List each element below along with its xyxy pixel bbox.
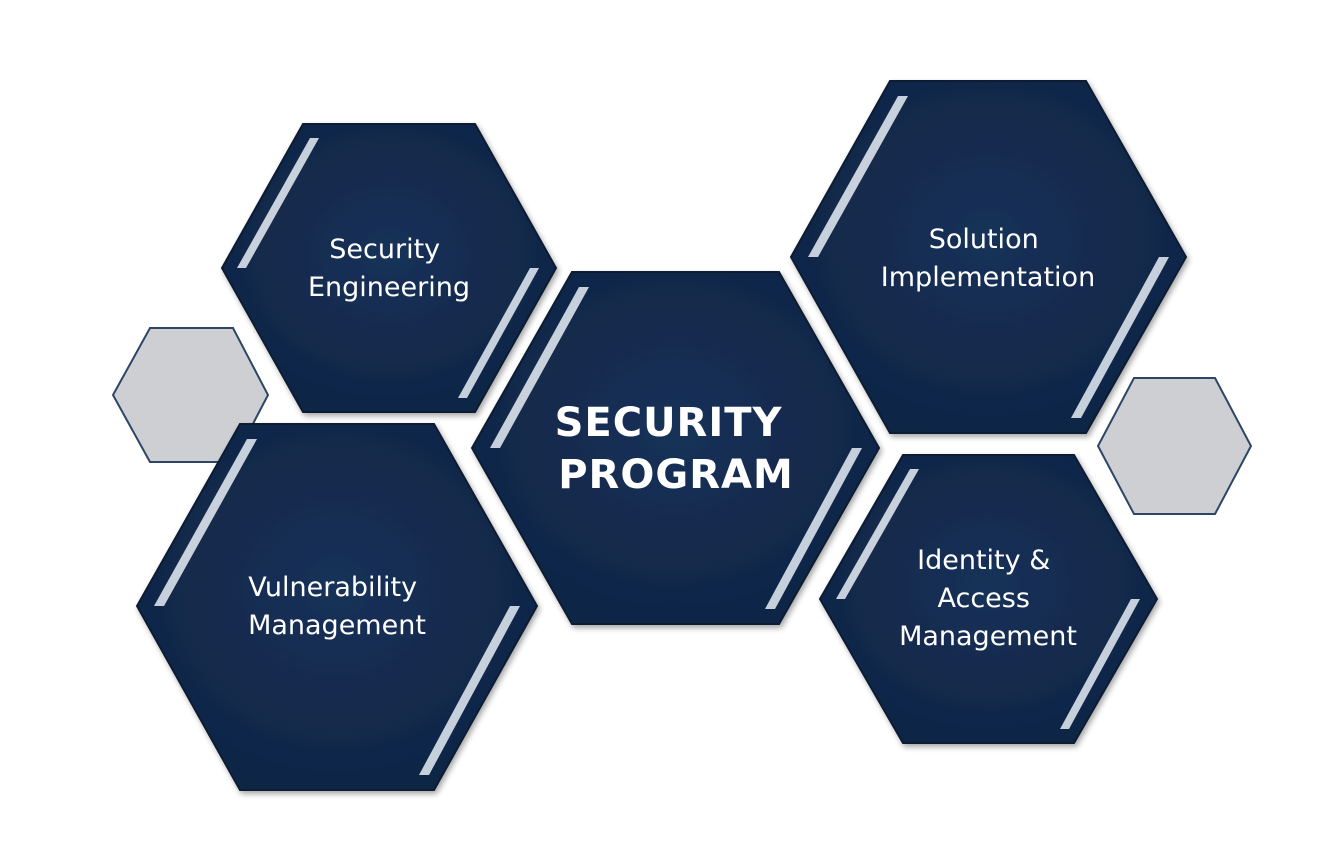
hex-vulnerability-management: Vulnerability Management [135, 423, 539, 791]
hex-label-line: Engineering [308, 272, 470, 303]
hex-label-line: Solution [929, 224, 1039, 255]
hex-security-program: SECURITY PROGRAM [470, 271, 881, 625]
hexagon-shape [789, 80, 1188, 434]
hex-label-line: Management [248, 610, 426, 641]
hex-label-line: Access [937, 583, 1029, 614]
hex-identity-access-management: Identity & Access Management [818, 454, 1159, 744]
hex-label-line: Management [899, 621, 1077, 652]
hex-label-line: Implementation [881, 262, 1095, 293]
hex-label-line: SECURITY [555, 400, 783, 446]
hex-solution-implementation: Solution Implementation [789, 80, 1188, 434]
hexagon-shape [135, 423, 539, 791]
hex-label-line: Vulnerability [248, 572, 417, 603]
hexagon-shape [470, 271, 881, 625]
hex-label-line: Security [329, 234, 440, 265]
security-program-diagram: Security Engineering Solution Implementa… [111, 80, 1253, 791]
hex-label-line: Identity & [917, 545, 1050, 576]
hex-label-line: PROGRAM [558, 452, 794, 498]
hexagon-shape [220, 123, 558, 413]
right-accent-hexagon [1096, 377, 1253, 515]
hex-security-engineering: Security Engineering [220, 123, 558, 413]
